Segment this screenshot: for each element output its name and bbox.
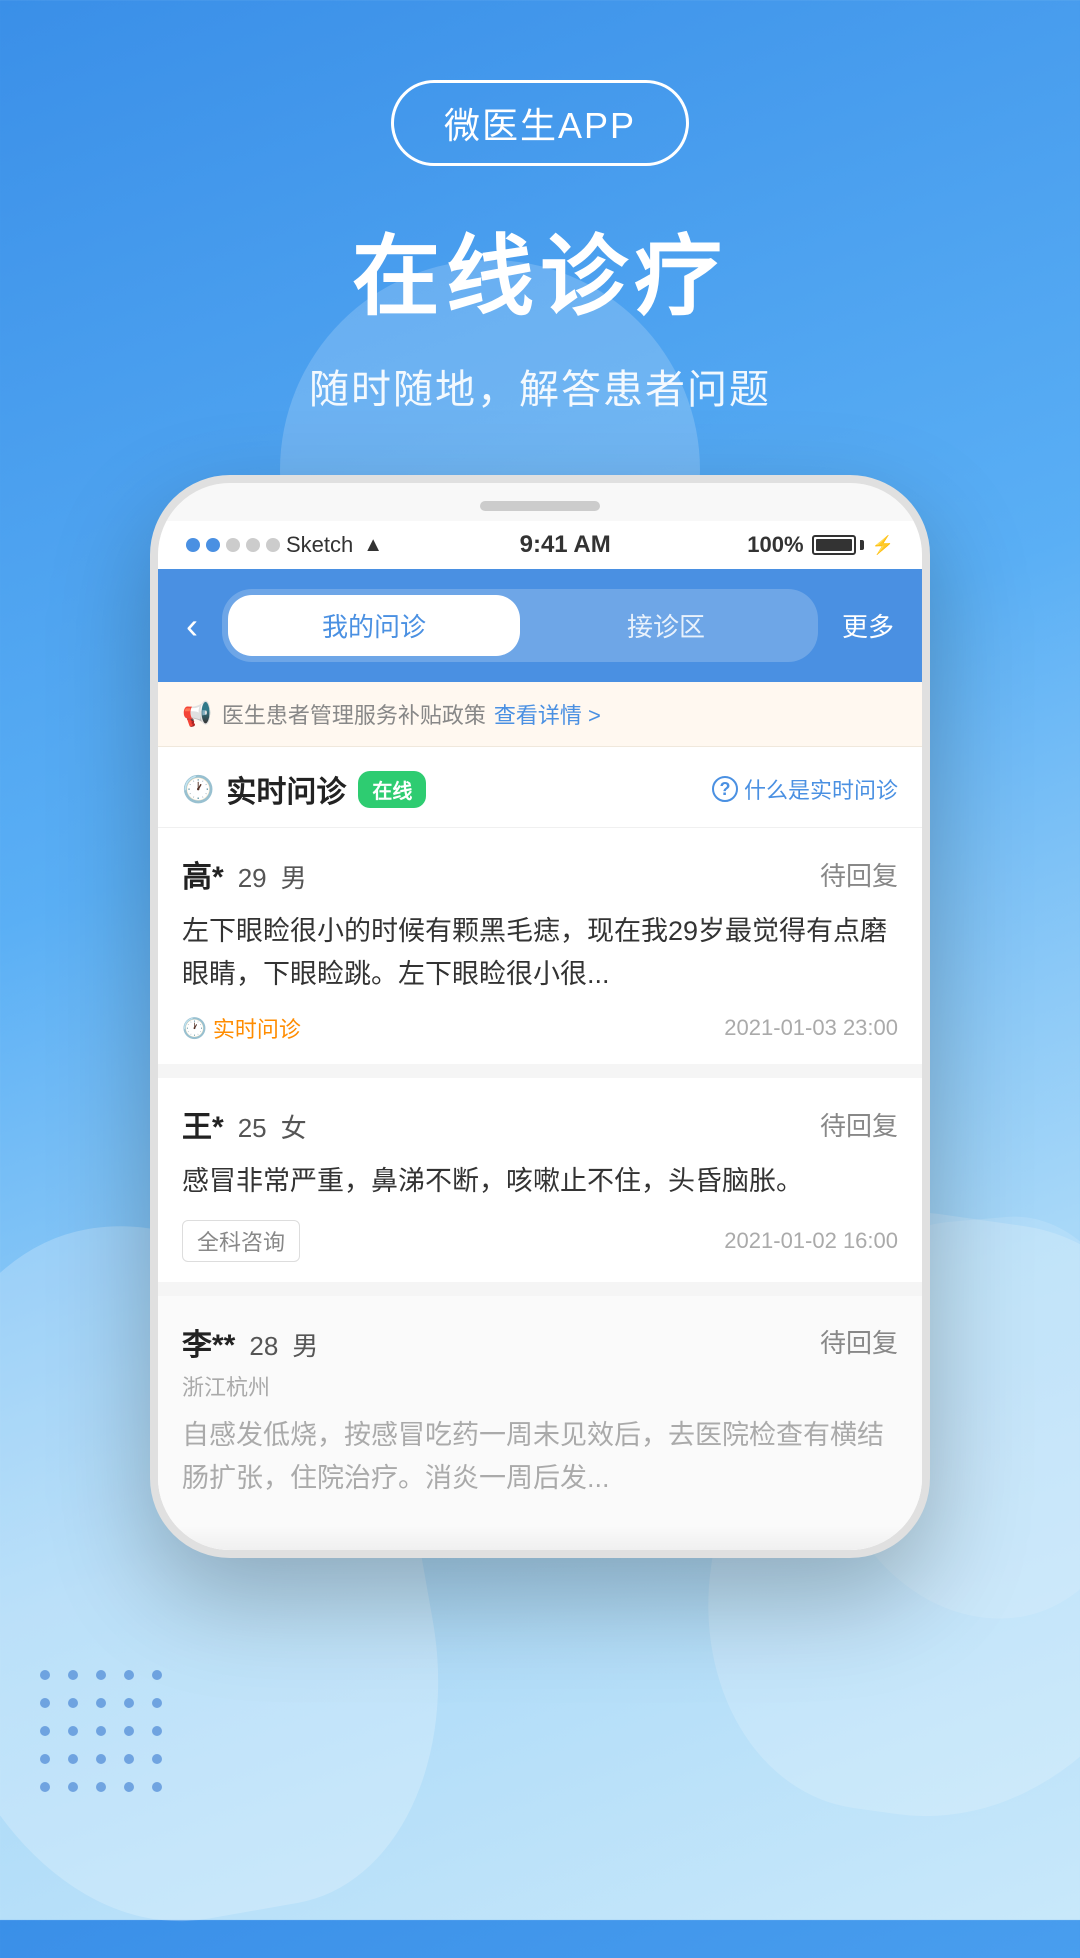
patient-header-2: 王* 25 女 待回复: [182, 1102, 898, 1146]
patient-name-1: 高*: [182, 852, 224, 896]
patient-content-1: 左下眼睑很小的时候有颗黑毛痣，现在我29岁最觉得有点磨眼睛，下眼睑跳。左下眼睑很…: [182, 910, 898, 996]
realtime-title: 🕐 实时问诊 在线: [182, 767, 426, 811]
back-button[interactable]: ‹: [186, 605, 198, 647]
realtime-clock-icon: 🕐: [182, 774, 214, 805]
realtime-label: 实时问诊: [226, 767, 346, 811]
patient-content-3: 自感发低烧，按感冒吃药一周未见效后，去医院检查有横结肠扩张，住院治疗。消炎一周后…: [182, 1414, 898, 1500]
phone-speaker: [480, 501, 600, 511]
patient-gender-3: 男: [292, 1326, 318, 1363]
main-title: 在线诊疗: [352, 206, 728, 333]
consult-time-1: 2021-01-03 23:00: [724, 1015, 898, 1041]
patient-card-2[interactable]: 王* 25 女 待回复 感冒非常严重，鼻涕不断，咳嗽止不住，头昏脑胀。 全科咨询…: [158, 1078, 922, 1295]
patient-status-1: 待回复: [820, 856, 898, 893]
nav-bar: ‹ 我的问诊 接诊区 更多: [158, 569, 922, 682]
patient-info-3: 李** 28 男: [182, 1320, 318, 1364]
realtime-header: 🕐 实时问诊 在线 ? 什么是实时问诊: [158, 747, 922, 828]
signal-dot-4: [246, 538, 260, 552]
patient-info-1: 高* 29 男: [182, 852, 307, 896]
wifi-icon: ▲: [363, 534, 383, 557]
online-badge: 在线: [358, 771, 426, 808]
patient-gender-1: 男: [281, 858, 307, 895]
consult-tag-1: 🕐 实时问诊: [182, 1012, 301, 1044]
tab-my-consult[interactable]: 我的问诊: [228, 595, 520, 656]
tab-reception[interactable]: 接诊区: [520, 595, 812, 656]
dots-decoration: [40, 1670, 170, 1800]
patient-location-3: 浙江杭州: [182, 1370, 898, 1402]
battery-percent: 100%: [747, 532, 803, 558]
patient-name-3: 李**: [182, 1320, 235, 1364]
status-time: 9:41 AM: [520, 531, 611, 559]
battery-bar: [812, 535, 864, 555]
notice-icon: 📢: [182, 700, 212, 729]
app-badge: 微医生APP: [391, 80, 689, 166]
notice-bar: 📢 医生患者管理服务补贴政策 查看详情 >: [158, 682, 922, 747]
tag-label-2: 全科咨询: [182, 1220, 300, 1262]
nav-more-button[interactable]: 更多: [842, 607, 894, 644]
patient-status-2: 待回复: [820, 1106, 898, 1143]
realtime-help-button[interactable]: ? 什么是实时问诊: [712, 773, 898, 805]
patient-name-2: 王*: [182, 1102, 224, 1146]
tag-label-1: 实时问诊: [213, 1012, 301, 1044]
battery-tip: [860, 540, 864, 550]
patient-status-3: 待回复: [820, 1323, 898, 1360]
patient-age-3: 28: [249, 1331, 278, 1362]
notice-text: 医生患者管理服务补贴政策: [222, 698, 486, 730]
phone-top-bar: [158, 483, 922, 521]
realtime-help-text: 什么是实时问诊: [744, 773, 898, 805]
patient-content-2: 感冒非常严重，鼻涕不断，咳嗽止不住，头昏脑胀。: [182, 1160, 898, 1203]
realtime-section: 🕐 实时问诊 在线 ? 什么是实时问诊 高* 29 男 待回复: [158, 747, 922, 1550]
signal-dot-5: [266, 538, 280, 552]
patient-age-1: 29: [238, 863, 267, 894]
patient-gender-2: 女: [281, 1108, 307, 1145]
phone-mockup: Sketch ▲ 9:41 AM 100% ⚡ ‹ 我的问诊 接诊区: [150, 475, 930, 1558]
patient-info-2: 王* 25 女: [182, 1102, 307, 1146]
phone-bottom-fade: [158, 1490, 922, 1550]
nav-tabs: 我的问诊 接诊区: [222, 589, 818, 662]
patient-age-2: 25: [238, 1113, 267, 1144]
patient-header-3: 李** 28 男 待回复: [182, 1320, 898, 1364]
patient-header-1: 高* 29 男 待回复: [182, 852, 898, 896]
carrier-label: Sketch: [286, 532, 353, 558]
signal-dot-2: [206, 538, 220, 552]
status-right: 100% ⚡: [747, 532, 894, 558]
patient-card-1[interactable]: 高* 29 男 待回复 左下眼睑很小的时候有颗黑毛痣，现在我29岁最觉得有点磨眼…: [158, 828, 922, 1078]
battery-fill: [816, 539, 852, 551]
status-bar: Sketch ▲ 9:41 AM 100% ⚡: [158, 521, 922, 569]
notice-link[interactable]: 查看详情 >: [494, 698, 601, 730]
lightning-icon: ⚡: [872, 535, 894, 556]
patient-footer-1: 🕐 实时问诊 2021-01-03 23:00: [182, 1012, 898, 1044]
status-left: Sketch ▲: [186, 532, 383, 558]
battery-body: [812, 535, 856, 555]
help-circle-icon: ?: [712, 776, 738, 802]
sub-title: 随时随地，解答患者问题: [309, 357, 771, 415]
signal-dot-3: [226, 538, 240, 552]
top-section: 微医生APP 在线诊疗 随时随地，解答患者问题: [0, 0, 1080, 475]
phone-container: Sketch ▲ 9:41 AM 100% ⚡ ‹ 我的问诊 接诊区: [0, 475, 1080, 1558]
tag-clock-icon: 🕐: [182, 1016, 207, 1041]
signal-dot-1: [186, 538, 200, 552]
patient-footer-2: 全科咨询 2021-01-02 16:00: [182, 1220, 898, 1262]
consult-time-2: 2021-01-02 16:00: [724, 1228, 898, 1254]
